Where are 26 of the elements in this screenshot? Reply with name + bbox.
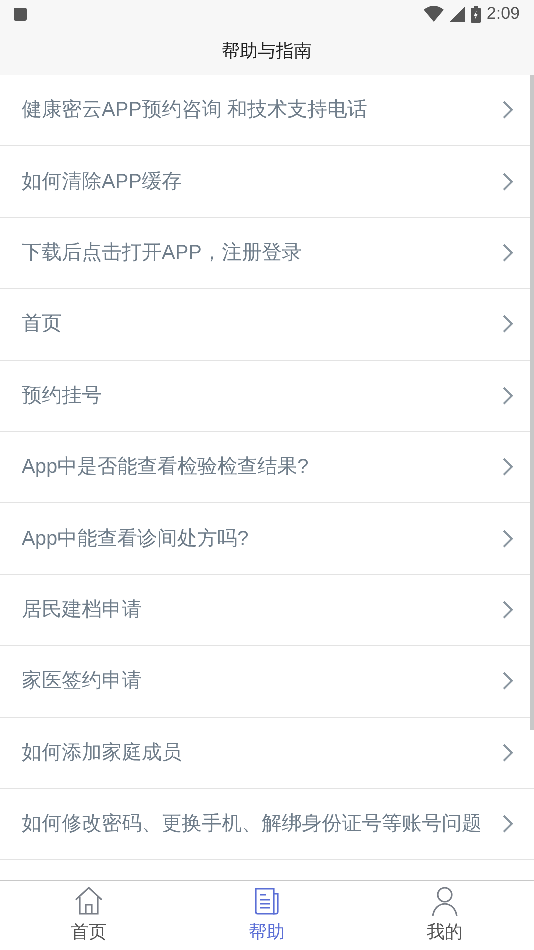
document-icon (252, 885, 282, 917)
chevron-right-icon (502, 600, 514, 620)
home-icon (74, 885, 104, 917)
help-item[interactable]: 如何添加家庭成员 (0, 718, 534, 789)
notification-icon (14, 8, 27, 20)
status-time: 2:09 (486, 3, 520, 26)
help-item[interactable]: 如何修改密码、更换手机、解绑身份证号等账号问题 (0, 788, 534, 860)
chevron-right-icon (502, 528, 514, 549)
chevron-right-icon (502, 314, 514, 334)
chevron-right-icon (502, 242, 514, 263)
person-icon (430, 885, 460, 917)
chevron-right-icon (502, 457, 514, 478)
battery-icon (470, 6, 481, 22)
chevron-right-icon (502, 814, 514, 834)
scrollbar[interactable] (530, 75, 534, 730)
chevron-right-icon (502, 100, 514, 120)
wifi-icon (424, 6, 444, 22)
chevron-right-icon (502, 172, 514, 192)
chevron-right-icon (502, 386, 514, 406)
page-title: 帮助与指南 (222, 40, 312, 63)
tab-bar-item[interactable]: 帮助 (178, 881, 356, 950)
chevron-right-icon (502, 742, 514, 763)
tab-bar-item[interactable]: 我的 (356, 881, 534, 950)
tab-bar-item[interactable]: 首页 (0, 881, 178, 950)
signal-icon (450, 6, 465, 22)
chevron-right-icon (502, 671, 514, 692)
